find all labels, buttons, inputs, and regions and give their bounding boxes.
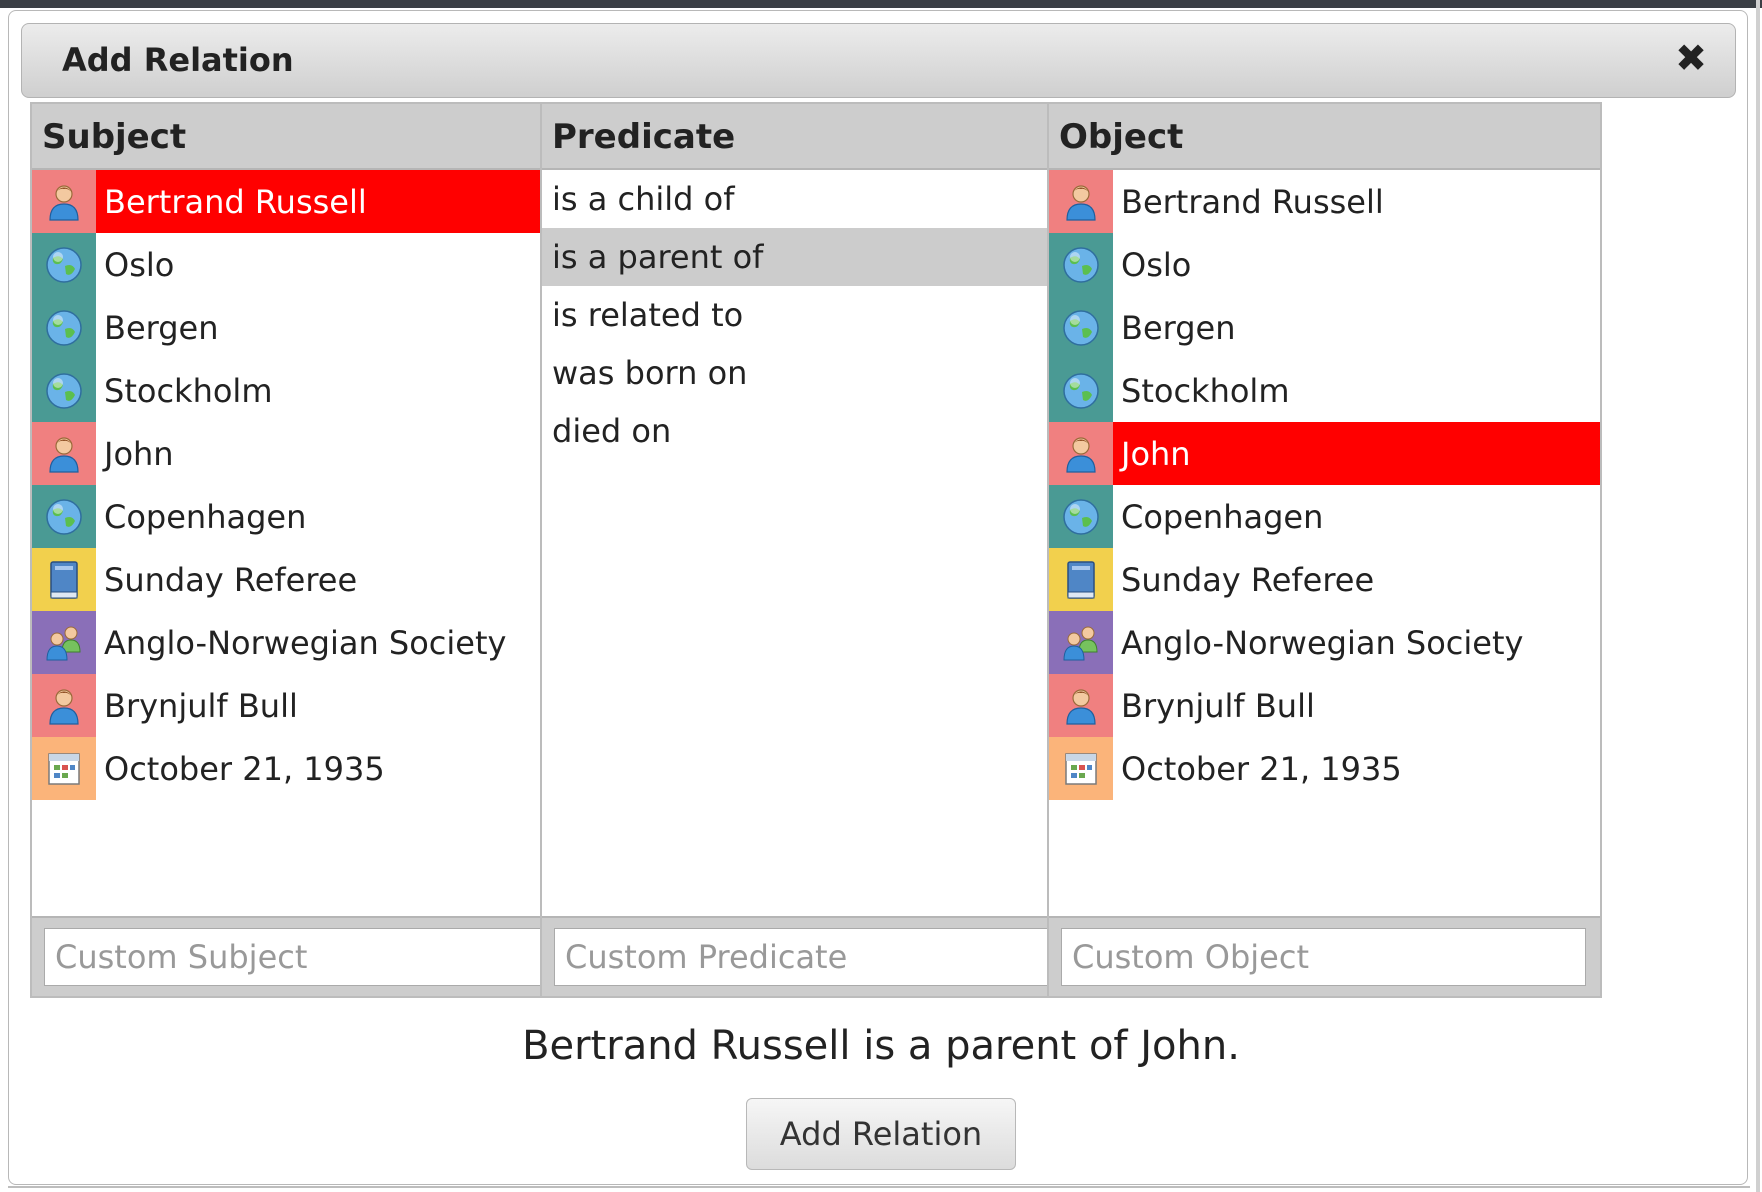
object-panel: Object Bertrand Russell Oslo Bergen Stockho… [1047,102,1602,998]
object-header: Object [1049,104,1600,170]
globe-icon [1049,233,1113,296]
subject-item[interactable]: John [32,422,583,485]
subject-item[interactable]: Bergen [32,296,583,359]
close-icon[interactable]: ✖ [1671,38,1711,78]
object-list: Bertrand Russell Oslo Bergen Stockholm John C… [1049,170,1600,910]
globe-icon [32,296,96,359]
subject-item-label: Anglo-Norwegian Society [104,623,507,662]
predicate-item[interactable]: is related to [542,286,1093,344]
object-item[interactable]: John [1049,422,1600,485]
group-icon [32,611,96,674]
predicate-header: Predicate [542,104,1093,170]
object-item[interactable]: Stockholm [1049,359,1600,422]
object-item-label: Stockholm [1121,371,1290,410]
object-item-label: Copenhagen [1121,497,1324,536]
subject-item-label: Bertrand Russell [104,182,367,221]
globe-icon [32,233,96,296]
dialog-title: Add Relation [62,41,294,79]
subject-item-label: Oslo [104,245,175,284]
predicate-footer [542,916,1093,996]
globe-icon [1049,296,1113,359]
object-item[interactable]: Bertrand Russell [1049,170,1600,233]
group-icon [1049,611,1113,674]
subject-item-label: Sunday Referee [104,560,358,599]
subject-item[interactable]: Brynjulf Bull [32,674,583,737]
predicate-item[interactable]: is a child of [542,170,1093,228]
person-icon [32,170,96,233]
dialog-titlebar: Add Relation ✖ [21,23,1736,98]
predicate-item[interactable]: was born on [542,344,1093,402]
globe-icon [32,359,96,422]
subject-item[interactable]: October 21, 1935 [32,737,583,800]
subject-header: Subject [32,104,583,170]
dialog-bottom-border [8,1186,1750,1188]
subject-item[interactable]: Oslo [32,233,583,296]
object-item-label: Anglo-Norwegian Society [1121,623,1524,662]
object-footer [1049,916,1600,996]
calendar-icon [1049,737,1113,800]
calendar-icon [32,737,96,800]
custom-object-input[interactable] [1061,928,1586,986]
subject-item-label: October 21, 1935 [104,749,385,788]
object-item-label: Brynjulf Bull [1121,686,1315,725]
book-icon [32,548,96,611]
subject-panel: Subject Bertrand Russell Oslo Bergen Stockh… [30,102,585,998]
object-item-label: October 21, 1935 [1121,749,1402,788]
custom-subject-input[interactable] [44,928,569,986]
predicate-panel: Predicate is a child of is a parent of is … [540,102,1095,998]
book-icon [1049,548,1113,611]
object-item-label: Bertrand Russell [1121,182,1384,221]
window-top-strip [0,0,1762,8]
subject-item[interactable]: Bertrand Russell [32,170,583,233]
subject-item-label: John [104,434,174,473]
subject-item-label: Stockholm [104,371,273,410]
object-item-label: Oslo [1121,245,1192,284]
person-icon [1049,422,1113,485]
object-item-label: Sunday Referee [1121,560,1375,599]
predicate-list: is a child of is a parent of is related to… [542,170,1093,910]
subject-footer [32,916,583,996]
custom-predicate-input[interactable] [554,928,1079,986]
object-item[interactable]: Anglo-Norwegian Society [1049,611,1600,674]
add-relation-button[interactable]: Add Relation [746,1098,1016,1170]
object-item[interactable]: Brynjulf Bull [1049,674,1600,737]
subject-item[interactable]: Sunday Referee [32,548,583,611]
subject-item[interactable]: Copenhagen [32,485,583,548]
person-icon [1049,170,1113,233]
person-icon [32,674,96,737]
predicate-item[interactable]: died on [542,402,1093,460]
person-icon [32,422,96,485]
object-item[interactable]: Oslo [1049,233,1600,296]
object-item-label: Bergen [1121,308,1236,347]
subject-list: Bertrand Russell Oslo Bergen Stockholm John C… [32,170,583,910]
subject-item-label: Bergen [104,308,219,347]
globe-icon [32,485,96,548]
object-item[interactable]: Sunday Referee [1049,548,1600,611]
subject-item-label: Brynjulf Bull [104,686,298,725]
globe-icon [1049,359,1113,422]
subject-item-label: Copenhagen [104,497,307,536]
subject-item[interactable]: Stockholm [32,359,583,422]
window-right-edge [1756,0,1760,1192]
globe-icon [1049,485,1113,548]
predicate-item[interactable]: is a parent of [542,228,1093,286]
object-item[interactable]: Bergen [1049,296,1600,359]
object-item[interactable]: Copenhagen [1049,485,1600,548]
subject-item[interactable]: Anglo-Norwegian Society [32,611,583,674]
person-icon [1049,674,1113,737]
object-item-label: John [1121,434,1191,473]
object-item[interactable]: October 21, 1935 [1049,737,1600,800]
relation-sentence: Bertrand Russell is a parent of John. [522,1023,1240,1069]
